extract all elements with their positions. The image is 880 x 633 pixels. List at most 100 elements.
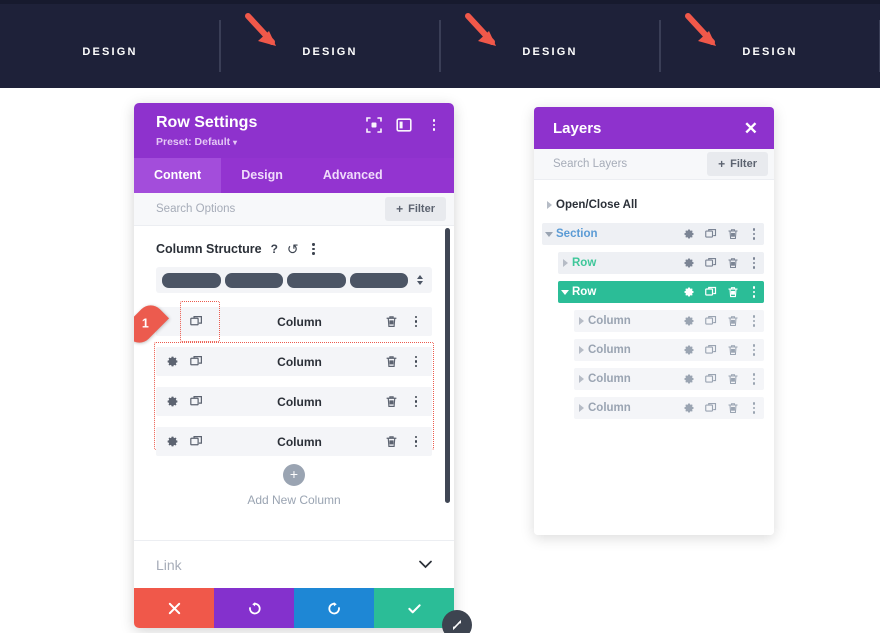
delete-icon[interactable] bbox=[727, 315, 739, 327]
add-new-column-area[interactable]: + Add New Column bbox=[156, 456, 432, 527]
duplicate-icon[interactable] bbox=[705, 373, 717, 385]
duplicate-icon[interactable] bbox=[705, 344, 717, 356]
tree-item-label: Section bbox=[556, 228, 598, 240]
filter-button[interactable]: + Filter bbox=[385, 197, 446, 221]
duplicate-icon[interactable] bbox=[705, 315, 717, 327]
chevron-right-icon[interactable] bbox=[542, 201, 556, 209]
delete-icon[interactable] bbox=[727, 344, 739, 356]
tree-item-column-3[interactable]: Column bbox=[574, 368, 764, 390]
more-options-icon[interactable] bbox=[410, 355, 422, 369]
more-options-icon[interactable] bbox=[749, 284, 759, 300]
delete-icon[interactable] bbox=[727, 402, 739, 414]
more-options-icon[interactable] bbox=[749, 400, 759, 416]
search-layers-input[interactable]: Search Layers bbox=[553, 158, 707, 170]
gear-icon[interactable] bbox=[683, 228, 695, 240]
chevron-down-icon[interactable] bbox=[542, 231, 556, 237]
redo-button[interactable] bbox=[294, 588, 374, 628]
chevron-right-icon[interactable] bbox=[558, 259, 572, 267]
chevron-right-icon[interactable] bbox=[574, 346, 588, 354]
more-options-icon[interactable] bbox=[410, 435, 422, 449]
more-options-icon[interactable] bbox=[749, 371, 759, 387]
chevron-down-icon[interactable] bbox=[558, 289, 572, 295]
more-options-icon[interactable] bbox=[749, 313, 759, 329]
tab-content[interactable]: Content bbox=[134, 158, 222, 193]
gear-icon[interactable] bbox=[683, 344, 695, 356]
delete-icon[interactable] bbox=[727, 228, 739, 240]
structure-bar bbox=[224, 272, 283, 288]
tab-advanced[interactable]: Advanced bbox=[303, 158, 403, 193]
duplicate-icon[interactable] bbox=[705, 228, 717, 240]
panel-scrollbar[interactable] bbox=[445, 228, 450, 503]
column-row[interactable]: Column bbox=[156, 387, 432, 416]
column-row[interactable]: Column bbox=[156, 427, 432, 456]
search-options-input[interactable]: Search Options bbox=[156, 203, 385, 215]
more-options-icon[interactable] bbox=[410, 395, 422, 409]
more-options-icon[interactable] bbox=[749, 255, 759, 271]
column-row[interactable]: Column bbox=[156, 347, 432, 376]
duplicate-icon[interactable] bbox=[190, 355, 203, 368]
layout-panel-icon[interactable] bbox=[396, 117, 412, 133]
column-row-right-icons bbox=[385, 435, 422, 449]
gear-icon[interactable] bbox=[683, 257, 695, 269]
more-options-icon[interactable] bbox=[308, 242, 320, 256]
header-icon-group bbox=[366, 117, 442, 133]
gear-icon[interactable] bbox=[166, 355, 179, 368]
tree-item-column-4[interactable]: Column bbox=[574, 397, 764, 419]
duplicate-icon[interactable] bbox=[705, 402, 717, 414]
gear-icon[interactable] bbox=[166, 435, 179, 448]
cancel-button[interactable] bbox=[134, 588, 214, 628]
reset-icon[interactable]: ↺ bbox=[287, 242, 299, 256]
row-settings-body: Column Structure ? ↺ Column 1 Column Col… bbox=[134, 226, 454, 540]
chevron-right-icon[interactable] bbox=[574, 404, 588, 412]
duplicate-icon[interactable] bbox=[190, 395, 203, 408]
banner-column-label: DESIGN bbox=[742, 46, 798, 58]
chevron-right-icon[interactable] bbox=[574, 317, 588, 325]
tree-item-open-close-all[interactable]: Open/Close All bbox=[542, 194, 764, 216]
preset-selector[interactable]: Preset: Default ▾ bbox=[156, 136, 440, 148]
delete-icon[interactable] bbox=[727, 373, 739, 385]
focus-icon[interactable] bbox=[366, 117, 382, 133]
structure-stepper[interactable] bbox=[414, 275, 426, 285]
layers-filter-button[interactable]: + Filter bbox=[707, 152, 768, 176]
tree-item-column-1[interactable]: Column bbox=[574, 310, 764, 332]
more-options-icon[interactable] bbox=[749, 226, 759, 242]
link-section[interactable]: Link bbox=[134, 540, 454, 588]
gear-icon[interactable] bbox=[683, 402, 695, 414]
gear-icon[interactable] bbox=[683, 286, 695, 298]
delete-icon[interactable] bbox=[727, 257, 739, 269]
more-options-icon[interactable] bbox=[426, 117, 442, 133]
chevron-right-icon[interactable] bbox=[574, 375, 588, 383]
delete-icon[interactable] bbox=[385, 395, 398, 408]
duplicate-icon[interactable] bbox=[705, 286, 717, 298]
gear-icon[interactable] bbox=[166, 395, 179, 408]
delete-icon[interactable] bbox=[385, 435, 398, 448]
screen-root: DESIGN DESIGN DESIGN DESIGN Row Settings… bbox=[0, 0, 880, 633]
column-row-right-icons bbox=[385, 315, 422, 329]
gear-icon[interactable] bbox=[683, 315, 695, 327]
help-icon[interactable]: ? bbox=[271, 243, 278, 255]
plus-icon[interactable]: + bbox=[283, 464, 305, 486]
duplicate-icon[interactable] bbox=[190, 315, 203, 328]
layers-panel: Layers ✕ Search Layers + Filter Open/Clo… bbox=[534, 107, 774, 535]
tree-item-row-1[interactable]: Row bbox=[558, 252, 764, 274]
tree-item-column-2[interactable]: Column bbox=[574, 339, 764, 361]
more-options-icon[interactable] bbox=[410, 315, 422, 329]
column-structure-selector[interactable] bbox=[156, 267, 432, 293]
tree-item-icons bbox=[683, 284, 759, 300]
tab-design[interactable]: Design bbox=[221, 158, 303, 193]
delete-icon[interactable] bbox=[727, 286, 739, 298]
tree-item-section[interactable]: Section bbox=[542, 223, 764, 245]
duplicate-icon[interactable] bbox=[705, 257, 717, 269]
undo-button[interactable] bbox=[214, 588, 294, 628]
delete-icon[interactable] bbox=[385, 355, 398, 368]
chevron-down-icon[interactable] bbox=[419, 557, 432, 572]
duplicate-icon[interactable] bbox=[190, 435, 203, 448]
resize-handle-icon[interactable] bbox=[442, 610, 472, 633]
options-scroll-area: Column Structure ? ↺ Column 1 Column Col… bbox=[134, 226, 454, 527]
gear-icon[interactable] bbox=[683, 373, 695, 385]
more-options-icon[interactable] bbox=[749, 342, 759, 358]
delete-icon[interactable] bbox=[385, 315, 398, 328]
close-icon[interactable]: ✕ bbox=[744, 120, 758, 137]
tree-item-row-2-selected[interactable]: Row bbox=[558, 281, 764, 303]
column-row[interactable]: Column bbox=[156, 307, 432, 336]
